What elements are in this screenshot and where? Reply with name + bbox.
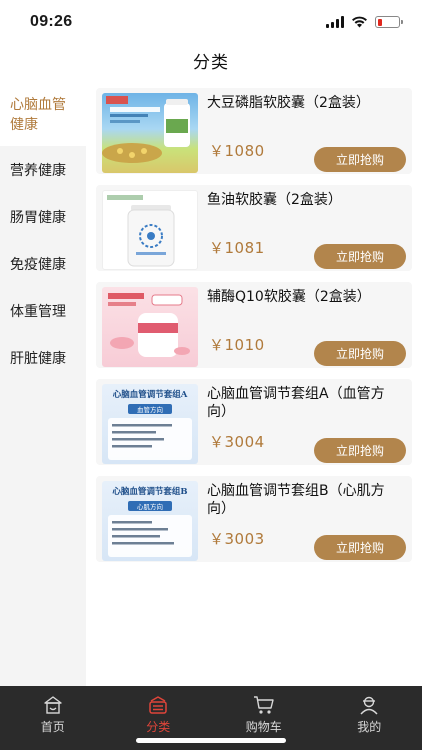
thumb-subtitle: 血管方向 xyxy=(137,405,163,414)
sidebar-item-label: 营养健康 xyxy=(10,162,66,179)
product-card[interactable]: 心脑血管调节套组A 血管方向 心脑血管调节套组A（血管方向） ￥3004 立即抢… xyxy=(96,379,412,465)
profile-icon xyxy=(360,696,378,715)
tab-label: 购物车 xyxy=(245,720,282,734)
product-name: 心脑血管调节套组A（血管方向） xyxy=(207,386,385,420)
category-sidebar: 心脑血管健康 营养健康 肠胃健康 免疫健康 体重管理 肝脏健康 xyxy=(0,84,86,686)
product-image-set-b: 心脑血管调节套组B 心肌方向 xyxy=(102,481,198,561)
sidebar-item-label: 肝脏健康 xyxy=(10,350,66,367)
cart-icon xyxy=(253,696,274,714)
sidebar-item-label: 体重管理 xyxy=(10,303,66,320)
product-price: ￥1081 xyxy=(209,239,265,257)
product-card[interactable]: 大豆磷脂软胶囊（2盒装） ￥1080 立即抢购 xyxy=(96,88,412,174)
product-price: ￥3004 xyxy=(209,433,265,451)
sidebar-item-digestive[interactable]: 肠胃健康 xyxy=(0,193,86,240)
category-icon xyxy=(149,696,167,714)
product-price: ￥1010 xyxy=(209,336,265,354)
buy-now-button[interactable]: 立即抢购 xyxy=(314,438,406,463)
product-price: ￥3003 xyxy=(209,530,265,548)
product-card[interactable]: 辅酶Q10软胶囊（2盒装） ￥1010 立即抢购 xyxy=(96,282,412,368)
product-image-soy-lecithin xyxy=(102,93,198,173)
page-title: 分类 xyxy=(193,53,229,73)
buy-now-button[interactable]: 立即抢购 xyxy=(314,244,406,269)
home-icon xyxy=(44,696,62,714)
thumb-subtitle: 心肌方向 xyxy=(137,502,163,511)
status-icons xyxy=(326,16,403,28)
product-card[interactable]: 鱼油软胶囊（2盒装） ￥1081 立即抢购 xyxy=(96,185,412,271)
cellular-signal-icon xyxy=(326,16,344,28)
product-image-coq10 xyxy=(102,287,198,367)
buy-now-button[interactable]: 立即抢购 xyxy=(314,535,406,560)
buy-now-button[interactable]: 立即抢购 xyxy=(314,341,406,366)
sidebar-item-weight[interactable]: 体重管理 xyxy=(0,287,86,334)
product-name: 鱼油软胶囊（2盒装） xyxy=(207,192,342,208)
sidebar-item-immune[interactable]: 免疫健康 xyxy=(0,240,86,287)
tab-profile[interactable]: 我的 xyxy=(317,686,422,750)
status-bar: 09:26 xyxy=(0,0,422,44)
product-list: 大豆磷脂软胶囊（2盒装） ￥1080 立即抢购 鱼油软胶囊（2盒装） ￥1081… xyxy=(86,84,422,686)
product-name: 大豆磷脂软胶囊（2盒装） xyxy=(207,95,370,111)
sidebar-item-cardio[interactable]: 心脑血管健康 xyxy=(0,84,86,146)
sidebar-item-label: 肠胃健康 xyxy=(10,209,66,226)
product-card[interactable]: 心脑血管调节套组B 心肌方向 心脑血管调节套组B（心肌方向） ￥3003 立即抢… xyxy=(96,476,412,562)
tab-label: 分类 xyxy=(146,720,171,734)
sidebar-item-label: 免疫健康 xyxy=(10,256,66,273)
thumb-title: 心脑血管调节套组B xyxy=(112,486,187,497)
sidebar-item-nutrition[interactable]: 营养健康 xyxy=(0,146,86,193)
product-name: 心脑血管调节套组B（心肌方向） xyxy=(207,483,385,517)
tab-home[interactable]: 首页 xyxy=(0,686,106,750)
product-image-set-a: 心脑血管调节套组A 血管方向 xyxy=(102,384,198,464)
status-time: 09:26 xyxy=(30,13,73,30)
sidebar-item-label: 心脑血管健康 xyxy=(10,97,66,133)
wifi-icon xyxy=(352,16,367,28)
sidebar-item-liver[interactable]: 肝脏健康 xyxy=(0,334,86,381)
product-image-fish-oil xyxy=(102,190,198,270)
buy-now-button[interactable]: 立即抢购 xyxy=(314,147,406,172)
product-name: 辅酶Q10软胶囊（2盒装） xyxy=(207,289,371,305)
tab-label: 我的 xyxy=(357,720,382,734)
thumb-title: 心脑血管调节套组A xyxy=(113,389,188,400)
product-price: ￥1080 xyxy=(209,142,265,160)
tab-label: 首页 xyxy=(40,720,65,734)
home-indicator xyxy=(136,738,286,743)
battery-icon xyxy=(375,16,403,28)
